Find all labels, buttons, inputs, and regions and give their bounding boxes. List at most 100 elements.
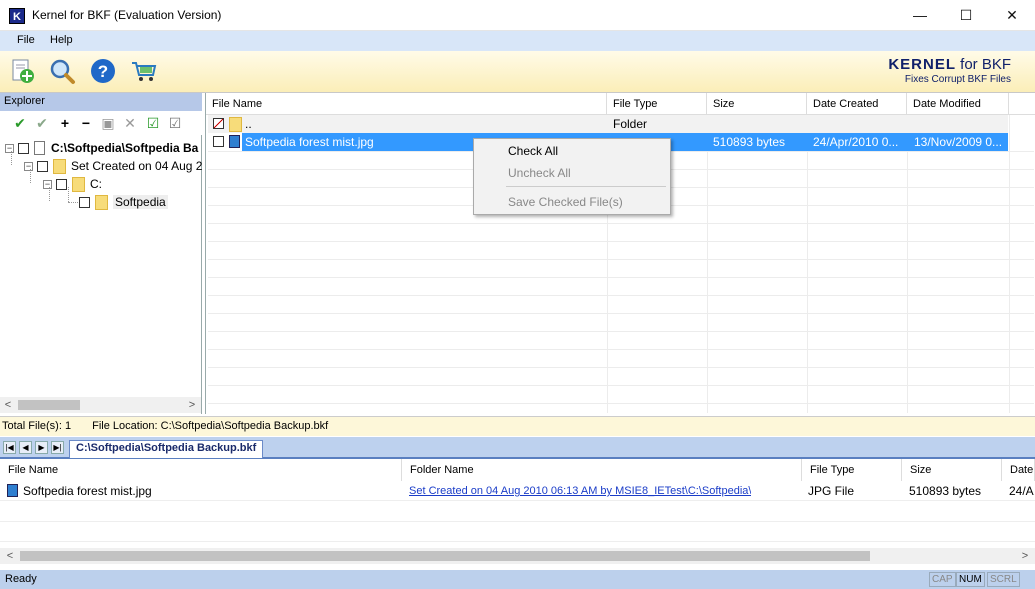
tab-bar: |◀ ◀ ▶ ▶| C:\Softpedia\Softpedia Backup.…	[0, 437, 1035, 459]
menu-separator	[506, 186, 666, 187]
file-list-header: File Name File Type Size Date Created Da…	[206, 93, 1035, 115]
col-file-type[interactable]: File Type	[802, 459, 902, 481]
maximize-button[interactable]: ☐	[943, 0, 989, 31]
tree-item-set[interactable]: − Set Created on 04 Aug 2	[24, 157, 202, 175]
menu-save-checked[interactable]: Save Checked File(s)	[508, 195, 623, 209]
col-size[interactable]: Size	[707, 93, 807, 115]
check-icon[interactable]: ✔	[12, 115, 28, 131]
context-menu: Check All Uncheck All Save Checked File(…	[473, 138, 671, 215]
scroll-right-icon[interactable]: >	[184, 397, 200, 413]
bottom-file-list: File Name Folder Name File Type Size Dat…	[0, 459, 1035, 564]
status-ready: Ready	[5, 573, 37, 585]
close-button[interactable]: ✕	[989, 0, 1035, 31]
cell-type: JPG File	[808, 484, 855, 498]
col-folder-name[interactable]: Folder Name	[402, 459, 802, 481]
menu-file[interactable]: File	[17, 34, 35, 46]
total-files: Total File(s): 1	[2, 420, 72, 432]
explorer-panel: Explorer ✔ ✔ + − ▣ ✕ ☑ ☑ − C:\Softpedia\…	[0, 93, 202, 414]
brand-logo: KERNEL for BKF Fixes Corrupt BKF Files	[888, 56, 1011, 85]
collapse-toggle-icon[interactable]: −	[5, 143, 14, 153]
brand-tagline: Fixes Corrupt BKF Files	[904, 74, 1011, 85]
explorer-title: Explorer	[0, 93, 202, 111]
collapse-toggle-icon[interactable]: −	[24, 161, 33, 171]
collapse-toggle-icon[interactable]: −	[43, 179, 52, 189]
prev-tab-icon[interactable]: ◀	[19, 441, 32, 454]
folder-icon	[229, 117, 242, 132]
bottom-hscrollbar[interactable]: < >	[0, 548, 1035, 564]
brand-name: KERNEL	[888, 56, 956, 73]
col-file-name[interactable]: File Name	[206, 93, 607, 115]
scroll-thumb[interactable]	[20, 551, 870, 561]
cell-modified: 13/Nov/2009 0...	[914, 135, 1003, 149]
check-light-icon[interactable]: ✔	[34, 115, 50, 131]
col-size[interactable]: Size	[902, 459, 1002, 481]
title-bar: K Kernel for BKF (Evaluation Version) — …	[0, 0, 1035, 31]
explorer-toolbar: ✔ ✔ + − ▣ ✕ ☑ ☑	[0, 111, 202, 135]
row-checkbox[interactable]	[213, 118, 224, 129]
tree-item-drive[interactable]: − C:	[43, 175, 102, 193]
scroll-thumb[interactable]	[18, 400, 80, 410]
help-icon[interactable]: ?	[89, 57, 117, 85]
col-file-type[interactable]: File Type	[607, 93, 707, 115]
scroll-left-icon[interactable]: <	[0, 397, 16, 413]
status-bar: Ready CAP NUM SCRL	[0, 570, 1035, 589]
col-file-name[interactable]: File Name	[0, 459, 402, 481]
unchecked-box-icon[interactable]: ☑	[167, 115, 183, 131]
tree-checkbox[interactable]	[18, 142, 29, 154]
file-location: File Location: C:\Softpedia\Softpedia Ba…	[92, 420, 329, 432]
menu-help[interactable]: Help	[50, 34, 73, 46]
scroll-left-icon[interactable]: <	[2, 548, 18, 564]
cell-type: Folder	[613, 117, 648, 131]
cell-size: 510893 bytes	[909, 484, 982, 498]
folder-icon	[72, 176, 85, 192]
expand-icon[interactable]: +	[57, 115, 73, 131]
menu-check-all[interactable]: Check All	[508, 144, 558, 158]
delete-icon[interactable]: ✕	[122, 115, 138, 131]
table-row[interactable]: Softpedia forest mist.jpg Set Created on…	[0, 481, 1035, 501]
window-title: Kernel for BKF (Evaluation Version)	[32, 8, 222, 22]
help-glyph: ?	[98, 62, 108, 81]
cell-size: 510893 bytes	[713, 135, 786, 149]
cap-indicator: CAP	[929, 572, 956, 587]
cart-icon[interactable]	[130, 57, 158, 85]
app-icon: K	[9, 8, 25, 24]
cell-name: ..	[245, 117, 252, 131]
scroll-right-icon[interactable]: >	[1017, 548, 1033, 564]
col-date-modified[interactable]: Date Modified	[907, 93, 1009, 115]
table-row[interactable]: .. Folder	[208, 115, 1008, 133]
tab-backup-file[interactable]: C:\Softpedia\Softpedia Backup.bkf	[69, 440, 264, 458]
tree-item-label: Set Created on 04 Aug 2	[71, 159, 203, 173]
tree-item-backup[interactable]: − C:\Softpedia\Softpedia Ba	[5, 139, 198, 157]
folder-link[interactable]: Set Created on 04 Aug 2010 06:13 AM by M…	[409, 485, 751, 497]
col-date[interactable]: Date	[1002, 459, 1035, 481]
next-tab-icon[interactable]: ▶	[35, 441, 48, 454]
scrl-indicator: SCRL	[987, 572, 1020, 587]
toolbar: ? KERNEL for BKF Fixes Corrupt BKF Files	[0, 51, 1035, 93]
last-tab-icon[interactable]: ▶|	[51, 441, 64, 454]
menu-bar: File Help	[0, 31, 1035, 51]
menu-uncheck-all[interactable]: Uncheck All	[508, 166, 571, 180]
tree-item-label: C:\Softpedia\Softpedia Ba	[51, 141, 199, 155]
collapse-icon[interactable]: −	[78, 115, 94, 131]
col-date-created[interactable]: Date Created	[807, 93, 907, 115]
tree-checkbox[interactable]	[37, 160, 48, 172]
image-file-icon	[7, 484, 18, 497]
tree-item-softpedia[interactable]: Softpedia	[79, 193, 168, 211]
cell-name: Softpedia forest mist.jpg	[245, 135, 374, 149]
cell-created: 24/Apr/2010 0...	[813, 135, 899, 149]
tree-item-label: Softpedia	[113, 195, 168, 209]
first-tab-icon[interactable]: |◀	[3, 441, 16, 454]
search-icon[interactable]	[48, 57, 76, 85]
save-icon[interactable]: ▣	[100, 115, 116, 131]
tree-checkbox[interactable]	[56, 178, 67, 190]
location-bar: Total File(s): 1 File Location: C:\Softp…	[0, 416, 1035, 436]
row-checkbox[interactable]	[213, 136, 224, 147]
checked-box-icon[interactable]: ☑	[145, 115, 161, 131]
cell-date: 24/A	[1009, 484, 1034, 498]
image-file-icon	[229, 135, 240, 148]
tree-checkbox[interactable]	[79, 196, 90, 208]
document-icon	[34, 141, 45, 155]
explorer-hscrollbar[interactable]: < >	[0, 397, 201, 413]
minimize-button[interactable]: —	[897, 0, 943, 31]
add-file-icon[interactable]	[8, 57, 36, 85]
